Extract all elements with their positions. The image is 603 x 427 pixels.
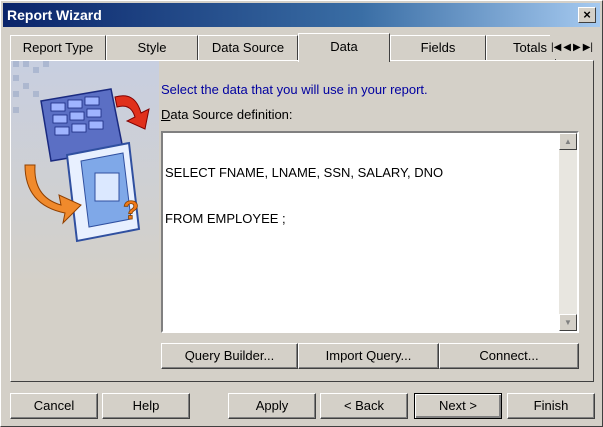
svg-text:?: ? <box>123 195 139 225</box>
import-query-button[interactable]: Import Query... <box>298 343 439 369</box>
button-label: Apply <box>255 398 289 413</box>
arrow-down-icon: ▼ <box>564 318 572 327</box>
prev-tab-icon[interactable]: ◀ <box>563 42 571 53</box>
scroll-up-button[interactable]: ▲ <box>559 133 577 150</box>
next-tab-icon[interactable]: ▶ <box>573 42 581 53</box>
close-icon: × <box>583 7 591 22</box>
tab-label: Totals <box>513 40 547 55</box>
query-line: FROM EMPLOYEE ; <box>165 211 286 226</box>
query-text-area[interactable]: SELECT FNAME, LNAME, SSN, SALARY, DNO FR… <box>161 131 579 333</box>
next-button[interactable]: Next > <box>414 393 502 419</box>
label-mnemonic: D <box>161 107 171 122</box>
report-wizard-window: Report Wizard × Report Type Style Data S… <box>0 0 603 427</box>
button-label: Cancel <box>33 398 75 413</box>
tab-label: Report Type <box>22 40 94 55</box>
data-source-definition-label: Data Source definition: <box>161 107 293 122</box>
tab-fields[interactable]: Fields <box>390 35 486 61</box>
tab-totals[interactable]: Totals <box>486 35 556 61</box>
button-label: Help <box>132 398 160 413</box>
vertical-scrollbar[interactable]: ▲ ▼ <box>559 133 577 331</box>
title-bar[interactable]: Report Wizard × <box>3 3 600 27</box>
button-label: Query Builder... <box>184 348 275 363</box>
tab-label: Fields <box>420 40 456 55</box>
finish-button[interactable]: Finish <box>507 393 595 419</box>
tab-scroll-controls: |◀ ◀ ▶ ▶| <box>550 35 594 59</box>
tab-label: Style <box>137 40 167 55</box>
tab-style[interactable]: Style <box>106 35 198 61</box>
wizard-illustration: ? <box>11 61 159 381</box>
data-tab-panel: ? Select the data that you will use in y… <box>10 60 594 382</box>
button-label: < Back <box>343 398 385 413</box>
cancel-button[interactable]: Cancel <box>10 393 98 419</box>
tab-label: Data <box>330 39 358 54</box>
tab-report-type[interactable]: Report Type <box>10 35 106 61</box>
instruction-text: Select the data that you will use in you… <box>161 82 428 97</box>
close-button[interactable]: × <box>578 7 596 23</box>
button-label: Next > <box>439 398 477 413</box>
back-button[interactable]: < Back <box>320 393 408 419</box>
arrow-up-icon: ▲ <box>564 137 572 146</box>
first-tab-icon[interactable]: |◀ <box>551 42 561 53</box>
apply-button[interactable]: Apply <box>228 393 316 419</box>
button-label: Finish <box>533 398 569 413</box>
help-button[interactable]: Help <box>102 393 190 419</box>
query-builder-button[interactable]: Query Builder... <box>161 343 298 369</box>
tab-strip: Report Type Style Data Source Data Field… <box>10 33 594 62</box>
tab-data[interactable]: Data <box>298 33 390 62</box>
query-line: SELECT FNAME, LNAME, SSN, SALARY, DNO <box>165 165 444 180</box>
tab-label: Data Source <box>211 40 285 55</box>
tab-data-source[interactable]: Data Source <box>198 35 298 61</box>
report-data-icon: ? <box>13 61 150 243</box>
window-title: Report Wizard <box>7 7 102 23</box>
label-text: ata Source definition: <box>170 107 293 122</box>
button-label: Connect... <box>479 348 539 363</box>
connect-button[interactable]: Connect... <box>439 343 579 369</box>
last-tab-icon[interactable]: ▶| <box>583 42 593 53</box>
scroll-down-button[interactable]: ▼ <box>559 314 577 331</box>
button-label: Import Query... <box>325 348 412 363</box>
